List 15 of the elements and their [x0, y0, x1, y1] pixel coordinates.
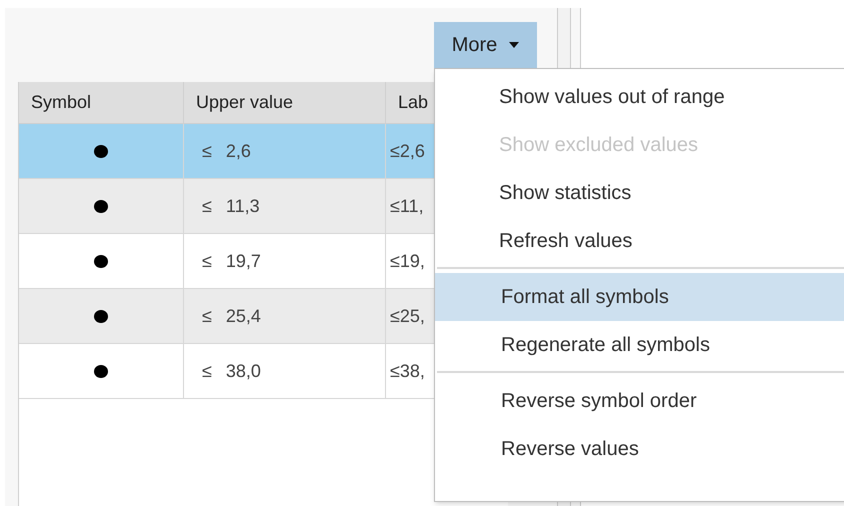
upper-value: 25,4: [226, 304, 261, 328]
label-value: ≤19,: [390, 250, 425, 272]
upper-value: 2,6: [226, 140, 251, 162]
upper-value: 19,7: [226, 250, 261, 272]
operator-text: ≤: [202, 140, 212, 162]
operator-text: ≤: [202, 194, 212, 218]
label-value: ≤25,: [390, 304, 425, 328]
operator-text: ≤: [202, 304, 212, 328]
label-value: ≤2,6: [390, 140, 425, 162]
operator-text: ≤: [202, 360, 212, 382]
upper-value: 11,3: [226, 194, 260, 218]
label-value: ≤38,: [390, 360, 425, 382]
label-value: ≤11,: [390, 194, 424, 218]
operator-text: ≤: [202, 250, 212, 272]
upper-value: 38,0: [226, 360, 261, 382]
